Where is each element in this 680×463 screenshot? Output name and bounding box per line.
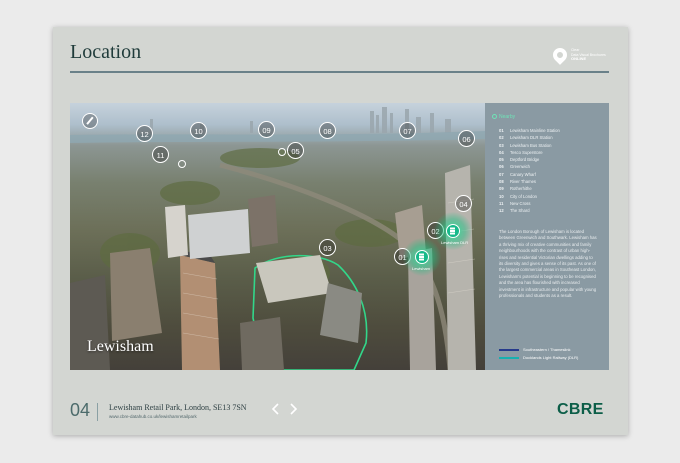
property-url[interactable]: www.cbre-datahub.co.uk/lewishamretailpar…	[109, 414, 197, 419]
info-panel: Nearby 01 Lewisham Mainline Station 02 Lewi…	[485, 103, 609, 370]
line-swatch	[499, 357, 519, 359]
legend-number: 04	[499, 149, 504, 155]
legend-label: Rotherhithe	[510, 186, 532, 192]
marker-06[interactable]: 06	[458, 130, 475, 147]
rail-station-label: Lewisham	[412, 266, 431, 271]
page-number: 04	[70, 400, 91, 420]
legend-item[interactable]: 12 The Shard	[499, 207, 605, 214]
legend-label: The Shard	[510, 208, 530, 214]
line-swatch	[499, 349, 519, 351]
legend-label: Tesco Superstore	[510, 149, 543, 155]
legend-item[interactable]: 06 Greenwich	[499, 163, 605, 170]
marker-12[interactable]: 12	[136, 125, 153, 142]
property-title: Lewisham Retail Park, London, SE13 7SN	[109, 403, 247, 412]
line-key-dlr: Docklands Light Railway (DLR)	[499, 355, 599, 361]
legend-number: 07	[499, 171, 504, 177]
compass-icon[interactable]	[82, 113, 98, 129]
aerial-photo: 12 10 09 08 07 06 11 05 04 03 02 01 Lewi…	[70, 103, 485, 370]
legend-item[interactable]: 10 City of London	[499, 193, 605, 200]
legend-item[interactable]: 07 Canary Wharf	[499, 171, 605, 178]
chevron-right-icon[interactable]	[289, 403, 298, 415]
legend-label: Canary Wharf	[510, 171, 536, 177]
title-divider	[70, 71, 609, 73]
legend-item[interactable]: 08 River Thames	[499, 178, 605, 185]
line-label: Southeastern / Thameslink	[523, 347, 571, 352]
dlr-station-label: Lewisham DLR	[441, 240, 469, 245]
marker-07[interactable]: 07	[399, 122, 416, 139]
brochure-logo: Clear Data Visual Brochures ONLINE	[550, 45, 609, 69]
marker-05[interactable]: 05	[287, 142, 304, 159]
legend-number: 03	[499, 142, 504, 148]
marker-08[interactable]: 08	[319, 122, 336, 139]
legend-label: City of London	[510, 193, 538, 199]
legend-number: 05	[499, 157, 504, 163]
photo-caption: Lewisham	[87, 338, 154, 355]
legend-item[interactable]: 02 Lewisham DLR Station	[499, 134, 605, 141]
legend-number: 06	[499, 164, 504, 170]
aerial-scene	[70, 107, 485, 370]
line-label: Docklands Light Railway (DLR)	[523, 355, 579, 360]
marker-11[interactable]: 11	[152, 146, 169, 163]
page-title: Location	[70, 41, 142, 63]
marker-09[interactable]: 09	[258, 121, 275, 138]
map-pin-icon	[550, 45, 570, 65]
legend-label: Greenwich	[510, 164, 531, 170]
line-key-southeastern: Southeastern / Thameslink	[499, 347, 599, 353]
legend-label: Lewisham Bus Station	[510, 142, 552, 148]
legend-item[interactable]: 11 New Cross	[499, 200, 605, 207]
legend-item[interactable]: 03 Lewisham Bus Station	[499, 142, 605, 149]
brochure-page: Location Clear Data Visual Brochures ONL…	[53, 27, 628, 435]
legend-item[interactable]: 09 Rotherhithe	[499, 185, 605, 192]
legend-number: 11	[499, 200, 504, 206]
legend-number: 08	[499, 179, 504, 185]
pin-icon	[492, 114, 497, 119]
legend-number: 10	[499, 193, 504, 199]
marker-04[interactable]: 04	[455, 195, 472, 212]
logo-brand: ONLINE	[571, 56, 587, 61]
logo-text: Clear Data Visual Brochures ONLINE	[571, 48, 606, 62]
rail-station-icon[interactable]	[415, 250, 429, 264]
legend-number: 02	[499, 135, 504, 141]
legend-label: Deptford Bridge	[510, 157, 540, 163]
legend-number: 12	[499, 208, 504, 214]
location-dot-icon	[178, 160, 186, 168]
location-legend: 01 Lewisham Mainline Station 02 Lewisham DL…	[499, 127, 605, 215]
location-dot-icon	[278, 148, 286, 156]
marker-10[interactable]: 10	[190, 122, 207, 139]
dlr-station-icon[interactable]	[446, 224, 460, 238]
legend-label: Lewisham Mainline Station	[510, 128, 560, 133]
marker-03[interactable]: 03	[319, 239, 336, 256]
footer-divider	[97, 403, 98, 421]
area-description: The London Borough of Lewisham is locate…	[499, 229, 597, 299]
panel-heading: Nearby	[499, 114, 516, 120]
legend-number: 01	[499, 128, 504, 133]
legend-label: River Thames	[510, 179, 536, 185]
legend-item[interactable]: 05 Deptford Bridge	[499, 156, 605, 163]
cbre-logo: CBRE	[557, 401, 604, 418]
legend-number: 09	[499, 186, 504, 192]
legend-label: New Cross	[510, 200, 531, 206]
chevron-left-icon[interactable]	[271, 403, 280, 415]
legend-item[interactable]: 04 Tesco Superstore	[499, 149, 605, 156]
legend-item[interactable]: 01 Lewisham Mainline Station	[499, 127, 605, 134]
legend-label: Lewisham DLR Station	[510, 135, 553, 141]
